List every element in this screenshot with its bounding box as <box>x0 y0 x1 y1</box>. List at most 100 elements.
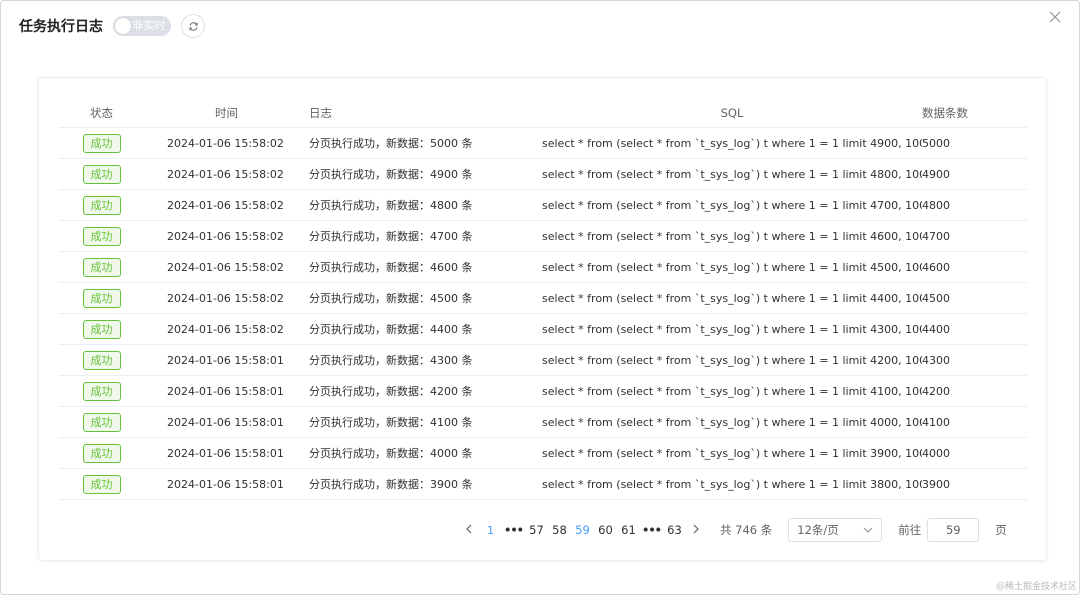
dialog: 任务执行日志 非实时 状态 时间 日志 SQL 数据条数 成功 2024-01-… <box>0 0 1080 595</box>
time-cell: 2024-01-06 15:58:02 <box>144 189 309 221</box>
chevron-left-icon <box>466 524 472 533</box>
dialog-title: 任务执行日志 <box>19 19 103 35</box>
time-cell: 2024-01-06 15:58:01 <box>144 344 309 376</box>
count-cell: 4400 <box>922 313 1027 345</box>
column-header-time: 时间 <box>144 98 309 128</box>
log-cell: 分页执行成功，新数据：4500 条 <box>309 282 542 314</box>
table-body: 成功 2024-01-06 15:58:02 分页执行成功，新数据：5000 条… <box>59 127 1027 500</box>
time-cell: 2024-01-06 15:58:01 <box>144 406 309 438</box>
status-cell: 成功 <box>59 251 144 283</box>
page-more-prev[interactable]: ••• <box>502 523 525 537</box>
status-badge: 成功 <box>82 443 121 463</box>
chevron-down-icon <box>863 527 873 533</box>
log-cell: 分页执行成功，新数据：4700 条 <box>309 220 542 252</box>
sql-cell: select * from (select * from `t_sys_log`… <box>542 282 922 314</box>
sql-cell: select * from (select * from `t_sys_log`… <box>542 344 922 376</box>
status-badge: 成功 <box>82 381 121 401</box>
log-cell: 分页执行成功，新数据：3900 条 <box>309 468 542 500</box>
time-cell: 2024-01-06 15:58:02 <box>144 282 309 314</box>
table-row: 成功 2024-01-06 15:58:02 分页执行成功，新数据：4900 条… <box>59 158 1027 190</box>
status-cell: 成功 <box>59 468 144 500</box>
log-cell: 分页执行成功，新数据：4100 条 <box>309 406 542 438</box>
status-cell: 成功 <box>59 282 144 314</box>
status-badge: 成功 <box>82 195 121 215</box>
table-row: 成功 2024-01-06 15:58:02 分页执行成功，新数据：4600 条… <box>59 251 1027 283</box>
count-cell: 4700 <box>922 220 1027 252</box>
time-cell: 2024-01-06 15:58:02 <box>144 251 309 283</box>
count-cell: 4500 <box>922 282 1027 314</box>
sql-cell: select * from (select * from `t_sys_log`… <box>542 127 922 159</box>
page-59-current[interactable]: 59 <box>571 523 594 537</box>
goto-page-input[interactable] <box>927 518 980 542</box>
total-count: 共 746 条 <box>720 523 773 537</box>
count-cell: 4000 <box>922 437 1027 469</box>
watermark: @稀土掘金技术社区 <box>995 582 1077 592</box>
time-cell: 2024-01-06 15:58:01 <box>144 468 309 500</box>
column-header-status: 状态 <box>59 98 144 128</box>
count-cell: 4300 <box>922 344 1027 376</box>
time-cell: 2024-01-06 15:58:02 <box>144 127 309 159</box>
status-badge: 成功 <box>82 288 121 308</box>
status-cell: 成功 <box>59 437 144 469</box>
page-more-next[interactable]: ••• <box>640 523 663 537</box>
log-cell: 分页执行成功，新数据：4900 条 <box>309 158 542 190</box>
count-cell: 4900 <box>922 158 1027 190</box>
status-badge: 成功 <box>82 350 121 370</box>
table-row: 成功 2024-01-06 15:58:02 分页执行成功，新数据：4700 条… <box>59 220 1027 252</box>
status-cell: 成功 <box>59 127 144 159</box>
column-header-log: 日志 <box>309 98 542 128</box>
prev-page-button[interactable] <box>459 523 479 538</box>
goto-label: 前往 <box>898 523 922 537</box>
close-icon[interactable] <box>1047 9 1063 25</box>
time-cell: 2024-01-06 15:58:02 <box>144 313 309 345</box>
table-row: 成功 2024-01-06 15:58:02 分页执行成功，新数据：4400 条… <box>59 313 1027 345</box>
page-first[interactable]: 1 <box>479 524 502 537</box>
status-cell: 成功 <box>59 313 144 345</box>
status-cell: 成功 <box>59 375 144 407</box>
table-row: 成功 2024-01-06 15:58:01 分页执行成功，新数据：3900 条… <box>59 468 1027 500</box>
page-58[interactable]: 58 <box>548 523 571 537</box>
time-cell: 2024-01-06 15:58:02 <box>144 220 309 252</box>
page-60[interactable]: 60 <box>594 523 617 537</box>
log-cell: 分页执行成功，新数据：4800 条 <box>309 189 542 221</box>
status-badge: 成功 <box>82 474 121 494</box>
dialog-header: 任务执行日志 非实时 <box>19 12 205 40</box>
page-57[interactable]: 57 <box>525 523 548 537</box>
column-header-count: 数据条数 <box>922 98 1027 128</box>
time-cell: 2024-01-06 15:58:01 <box>144 437 309 469</box>
table-row: 成功 2024-01-06 15:58:01 分页执行成功，新数据：4100 条… <box>59 406 1027 438</box>
realtime-toggle[interactable]: 非实时 <box>113 16 171 36</box>
count-cell: 4200 <box>922 375 1027 407</box>
status-cell: 成功 <box>59 220 144 252</box>
page-last[interactable]: 63 <box>663 523 686 537</box>
status-cell: 成功 <box>59 189 144 221</box>
log-cell: 分页执行成功，新数据：5000 条 <box>309 127 542 159</box>
status-cell: 成功 <box>59 344 144 376</box>
sql-cell: select * from (select * from `t_sys_log`… <box>542 158 922 190</box>
log-cell: 分页执行成功，新数据：4300 条 <box>309 344 542 376</box>
page-unit-label: 页 <box>995 523 1007 537</box>
sql-cell: select * from (select * from `t_sys_log`… <box>542 189 922 221</box>
sql-cell: select * from (select * from `t_sys_log`… <box>542 437 922 469</box>
sql-cell: select * from (select * from `t_sys_log`… <box>542 251 922 283</box>
table-row: 成功 2024-01-06 15:58:02 分页执行成功，新数据：5000 条… <box>59 127 1027 159</box>
status-cell: 成功 <box>59 158 144 190</box>
table-row: 成功 2024-01-06 15:58:01 分页执行成功，新数据：4200 条… <box>59 375 1027 407</box>
refresh-button[interactable] <box>181 14 205 38</box>
sql-cell: select * from (select * from `t_sys_log`… <box>542 375 922 407</box>
toggle-knob <box>115 18 131 34</box>
next-page-button[interactable] <box>686 523 706 538</box>
page-size-select[interactable]: 12条/页 <box>788 518 883 542</box>
sql-cell: select * from (select * from `t_sys_log`… <box>542 313 922 345</box>
count-cell: 4800 <box>922 189 1027 221</box>
status-badge: 成功 <box>82 412 121 432</box>
status-badge: 成功 <box>82 164 121 184</box>
page-size-value: 12条/页 <box>797 523 839 537</box>
table-row: 成功 2024-01-06 15:58:02 分页执行成功，新数据：4500 条… <box>59 282 1027 314</box>
log-cell: 分页执行成功，新数据：4400 条 <box>309 313 542 345</box>
page-61[interactable]: 61 <box>617 523 640 537</box>
status-badge: 成功 <box>82 257 121 277</box>
realtime-toggle-label: 非实时 <box>132 19 166 32</box>
log-table: 状态 时间 日志 SQL 数据条数 成功 2024-01-06 15:58:02… <box>59 98 1027 500</box>
pagination: 1 ••• 57 58 59 60 61 ••• 63 共 746 条 12条/… <box>459 516 1007 544</box>
